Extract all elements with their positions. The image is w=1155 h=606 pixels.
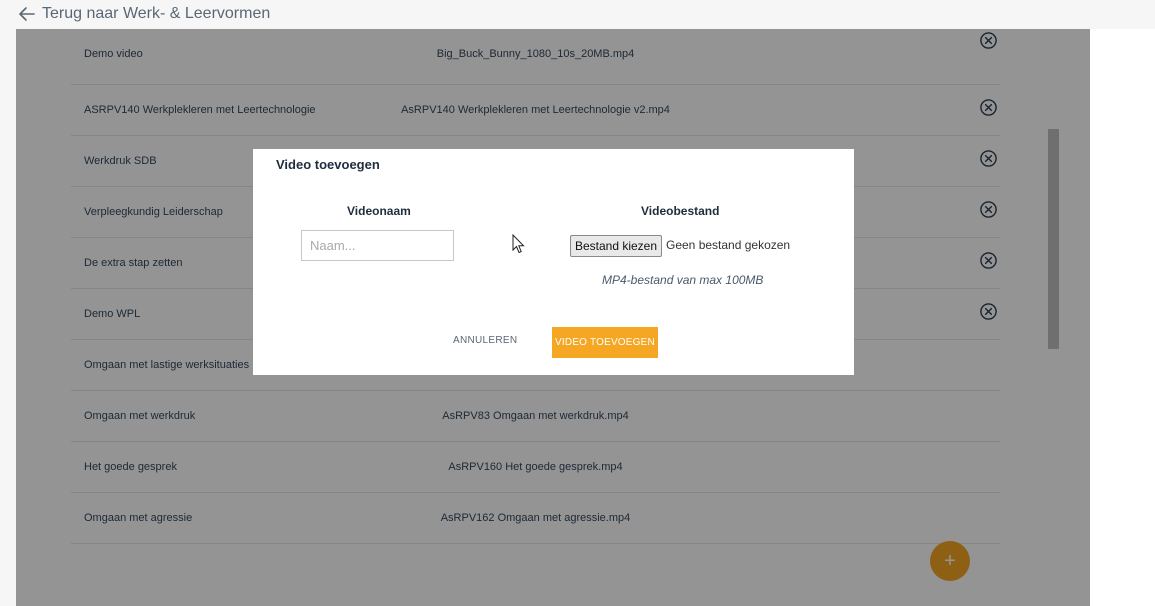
video-name-heading: Videonaam bbox=[347, 204, 411, 218]
cancel-button[interactable]: ANNULEREN bbox=[453, 335, 517, 346]
choose-file-button[interactable]: Bestand kiezen bbox=[570, 235, 662, 257]
submit-video-button[interactable]: VIDEO TOEVOEGEN bbox=[552, 327, 658, 358]
back-link-label: Terug naar Werk- & Leervormen bbox=[42, 5, 271, 22]
arrow-left-icon bbox=[19, 7, 35, 21]
file-hint: MP4-bestand van max 100MB bbox=[602, 273, 764, 287]
video-file-heading: Videobestand bbox=[641, 204, 720, 218]
back-link[interactable]: Terug naar Werk- & Leervormen bbox=[18, 4, 270, 24]
video-name-input[interactable] bbox=[301, 230, 454, 261]
mouse-cursor-icon bbox=[512, 234, 525, 254]
file-status: Geen bestand gekozen bbox=[666, 238, 791, 252]
add-video-dialog: Video toevoegen Videonaam Videobestand B… bbox=[253, 149, 854, 375]
scrollbar[interactable] bbox=[1048, 129, 1059, 349]
page-gutter bbox=[1090, 29, 1155, 606]
dialog-title: Video toevoegen bbox=[276, 157, 380, 172]
